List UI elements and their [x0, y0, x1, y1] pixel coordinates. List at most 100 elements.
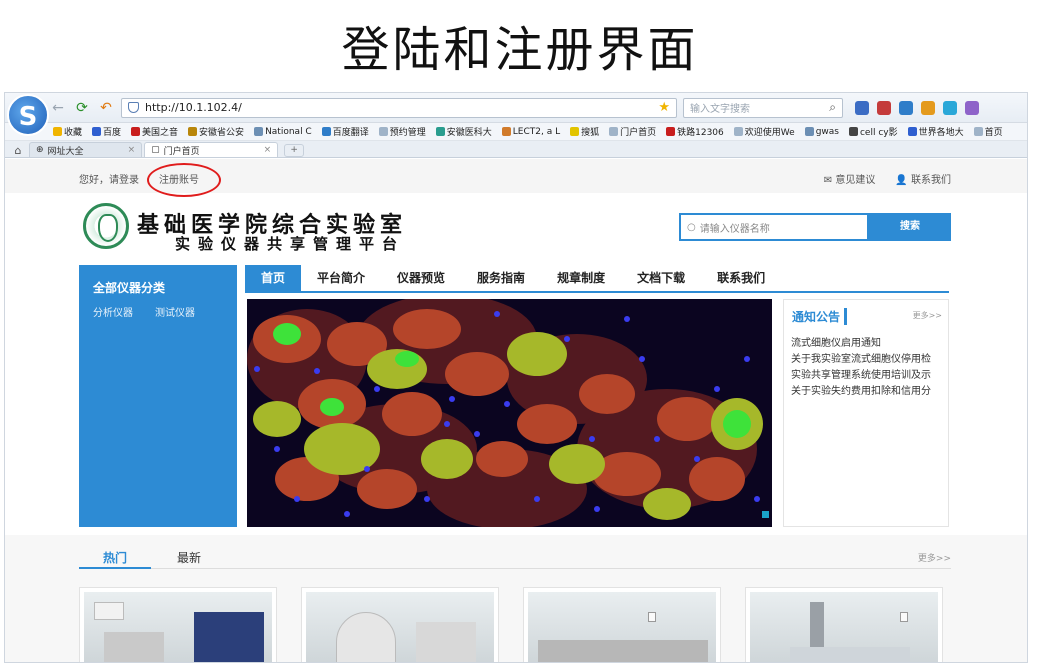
category-sidebar: 全部仪器分类 分析仪器 测试仪器: [79, 265, 237, 527]
bookmark-item[interactable]: cell cy影: [848, 125, 898, 138]
feedback-link[interactable]: ✉ 意见建议: [824, 171, 876, 186]
bookmark-item[interactable]: 门户首页: [609, 125, 656, 138]
main-nav: 首页 平台简介 仪器预览 服务指南 规章制度 文档下载 联系我们: [245, 265, 949, 291]
bookmark-item[interactable]: National C: [254, 127, 312, 137]
voa-icon: [131, 127, 141, 136]
page-icon: [733, 127, 743, 136]
nav-home[interactable]: 首页: [245, 265, 302, 291]
extension-icon[interactable]: [965, 100, 979, 115]
link-icon: [254, 127, 264, 136]
undo-icon[interactable]: ↶: [97, 99, 115, 117]
sidebar-title: 全部仪器分类: [93, 281, 166, 295]
nav-intro[interactable]: 平台简介: [301, 265, 381, 291]
bookmark-item[interactable]: 预约管理: [378, 125, 426, 138]
notice-more-link[interactable]: 更多>>: [913, 310, 942, 321]
notice-item[interactable]: 关于我实验室流式细胞仪停用检: [791, 352, 943, 368]
translate-icon[interactable]: [855, 100, 869, 115]
top-strip: 您好，请登录 注册账号 ✉ 意见建议 👤 联系我们: [5, 159, 1027, 197]
microscopy-image: [247, 299, 772, 527]
bookmark-item[interactable]: 搜狐: [570, 125, 599, 138]
notice-item[interactable]: 实验共享管理系统使用培训及示: [791, 368, 943, 384]
folder-icon: [804, 127, 814, 136]
browser-toolbar: ← ⟳ ↶ http://10.1.102.4/ ★ 输入文字搜索 ⌕: [5, 93, 1027, 123]
notice-item[interactable]: 关于实验失约费用扣除和信用分: [791, 384, 943, 400]
bookmark-item[interactable]: 美国之音: [131, 125, 178, 138]
bookmark-item[interactable]: 安徽省公安: [188, 125, 244, 138]
bookmark-item[interactable]: 百度: [92, 125, 121, 138]
shield-icon: [128, 102, 139, 113]
window-icon[interactable]: [899, 100, 913, 115]
bookmark-item[interactable]: 收藏: [53, 125, 82, 138]
tab-latest[interactable]: 最新: [177, 549, 201, 566]
page-icon: [378, 127, 388, 136]
university-logo-icon: [83, 203, 129, 249]
screenshot-icon[interactable]: [877, 100, 891, 115]
page-icon: ▢: [151, 145, 160, 155]
tab-bar: ⌂ ⊕ 网址大全 × ▢ 门户首页 × +: [5, 141, 1027, 158]
baidu-icon: [92, 127, 102, 136]
tab-hot[interactable]: 热门: [103, 549, 127, 566]
nav-preview[interactable]: 仪器预览: [381, 265, 461, 291]
active-tab-underline: [79, 567, 151, 569]
close-icon[interactable]: ×: [128, 145, 136, 155]
bookmark-item[interactable]: 铁路12306: [666, 125, 724, 138]
refresh-icon[interactable]: ⟳: [73, 99, 91, 117]
instrument-thumbnail[interactable]: [301, 587, 499, 662]
nav-downloads[interactable]: 文档下载: [621, 265, 701, 291]
search-tool-icon[interactable]: [943, 100, 957, 115]
browser-search-input[interactable]: 输入文字搜索 ⌕: [683, 97, 843, 118]
key-icon[interactable]: [921, 100, 935, 115]
hero-image[interactable]: [247, 299, 772, 527]
site-header: 基础医学院综合实验室 实验仪器共享管理平台 ○ 请输入仪器名称 搜索: [5, 193, 1027, 259]
page-icon: [609, 127, 619, 136]
notice-title: 通知公告: [792, 308, 848, 325]
instrument-search-input[interactable]: ○ 请输入仪器名称: [679, 213, 869, 241]
bookmark-item[interactable]: 欢迎使用We: [733, 125, 795, 138]
showcase-more-link[interactable]: 更多>>: [918, 551, 951, 564]
instrument-photo: [84, 592, 272, 662]
notice-list: 流式细胞仪启用通知 关于我实验室流式细胞仪停用检 实验共享管理系统使用培训及示 …: [791, 336, 943, 400]
top-right-links: ✉ 意见建议 👤 联系我们: [824, 171, 951, 186]
notice-item[interactable]: 流式细胞仪启用通知: [791, 336, 943, 352]
bookmark-item[interactable]: 世界各地大: [907, 125, 964, 138]
bookmark-item[interactable]: 百度翻译: [321, 125, 369, 138]
bookmark-item[interactable]: 首页: [973, 125, 1003, 138]
bookmark-item[interactable]: 安徽医科大: [435, 125, 492, 138]
instrument-thumbnail[interactable]: [523, 587, 721, 662]
instrument-thumbnail[interactable]: [745, 587, 943, 662]
tab-nav-sites[interactable]: ⊕ 网址大全 ×: [29, 142, 143, 157]
map-icon: [907, 127, 917, 136]
new-tab-button[interactable]: +: [284, 144, 305, 157]
tab-label: 网址大全: [47, 146, 84, 157]
nav-guide[interactable]: 服务指南: [461, 265, 541, 291]
cell-icon: [848, 127, 858, 136]
nav-rules[interactable]: 规章制度: [541, 265, 621, 291]
site-subtitle: 实验仪器共享管理平台: [175, 235, 406, 253]
login-link[interactable]: 您好，请登录: [79, 171, 139, 186]
url-text: http://10.1.102.4/: [145, 101, 242, 114]
tab-portal-home[interactable]: ▢ 门户首页 ×: [144, 142, 279, 157]
instrument-thumbnail[interactable]: [79, 587, 277, 662]
bookmark-item[interactable]: LECT2, a L: [501, 127, 560, 137]
close-icon[interactable]: ×: [264, 145, 272, 155]
nav-contact[interactable]: 联系我们: [701, 265, 781, 291]
address-bar[interactable]: http://10.1.102.4/ ★: [121, 97, 677, 118]
elsevier-icon: [501, 127, 511, 136]
sogou-logo-icon[interactable]: S: [7, 94, 49, 136]
bookmark-item[interactable]: gwas: [804, 127, 839, 137]
home-icon[interactable]: ⌂: [9, 144, 27, 157]
search-icon[interactable]: ⌕: [829, 100, 836, 115]
bookmark-star-icon: [53, 127, 62, 136]
search-button[interactable]: 搜索: [869, 213, 951, 241]
slide-title: 登陆和注册界面: [341, 22, 699, 78]
contact-link[interactable]: 👤 联系我们: [895, 171, 951, 186]
search-placeholder: 请输入仪器名称: [699, 223, 770, 235]
sidebar-item-analysis[interactable]: 分析仪器: [93, 304, 133, 319]
star-icon[interactable]: ★: [658, 100, 670, 115]
browser-search-placeholder: 输入文字搜索: [690, 104, 750, 115]
sidebar-links: 分析仪器 测试仪器: [79, 296, 237, 319]
sidebar-item-testing[interactable]: 测试仪器: [155, 304, 195, 319]
page-icon: [973, 127, 983, 136]
back-icon[interactable]: ←: [49, 99, 67, 117]
globe-icon: ⊕: [36, 145, 44, 155]
